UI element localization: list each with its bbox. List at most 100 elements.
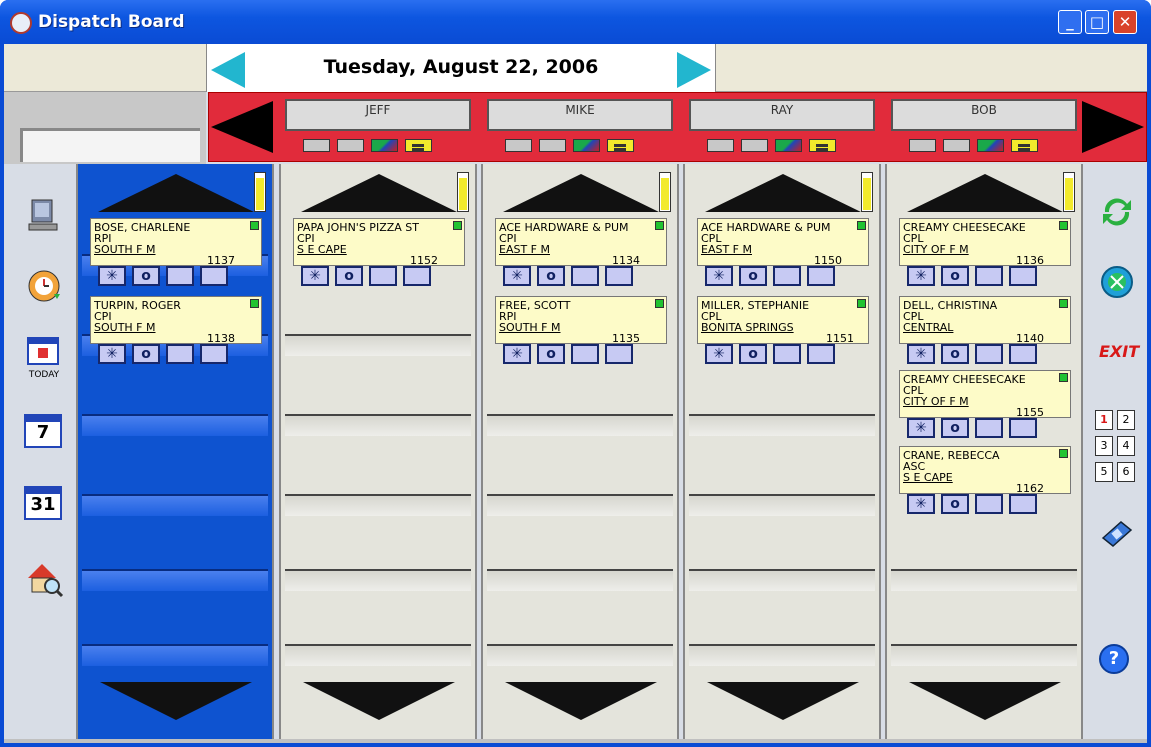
house-search-icon[interactable] xyxy=(24,558,64,598)
circle-button[interactable]: o xyxy=(941,344,969,364)
tool-icon[interactable] xyxy=(909,139,936,152)
page-5-button[interactable]: 5 xyxy=(1095,462,1113,482)
circle-button[interactable]: o xyxy=(739,266,767,286)
blank-action-button[interactable] xyxy=(807,266,835,286)
time-slot[interactable] xyxy=(82,414,268,436)
time-slot[interactable] xyxy=(689,644,875,666)
scroll-down-arrow-icon[interactable] xyxy=(505,682,657,720)
computer-icon[interactable] xyxy=(24,196,64,236)
time-slot[interactable] xyxy=(82,644,268,666)
page-3-button[interactable]: 3 xyxy=(1095,436,1113,456)
time-slot[interactable] xyxy=(82,494,268,516)
asterisk-button[interactable]: ✳ xyxy=(98,344,126,364)
circle-button[interactable]: o xyxy=(537,344,565,364)
time-slot[interactable] xyxy=(487,494,673,516)
time-slot[interactable] xyxy=(82,569,268,591)
close-button[interactable]: ✕ xyxy=(1113,10,1137,34)
refresh-icon[interactable] xyxy=(1099,194,1135,230)
circle-button[interactable]: o xyxy=(537,266,565,286)
page-6-button[interactable]: 6 xyxy=(1117,462,1135,482)
job-card[interactable]: ACE HARDWARE & PUM CPL EAST F M 1150 xyxy=(697,218,869,266)
circle-button[interactable]: o xyxy=(132,266,160,286)
map-icon[interactable] xyxy=(371,139,398,152)
job-card[interactable]: BOSE, CHARLENE RPI SOUTH F M 1137 xyxy=(90,218,262,266)
technician-jeff[interactable]: JEFF xyxy=(281,93,471,161)
job-card[interactable]: DELL, CHRISTINA CPL CENTRAL 1140 xyxy=(899,296,1071,344)
time-slot[interactable] xyxy=(285,334,471,356)
circle-button[interactable]: o xyxy=(941,418,969,438)
scroll-down-arrow-icon[interactable] xyxy=(707,682,859,720)
job-card[interactable]: PAPA JOHN'S PIZZA ST CPI S E CAPE 1152 xyxy=(293,218,465,266)
month-calendar-icon[interactable]: 31 xyxy=(24,486,64,526)
asterisk-button[interactable]: ✳ xyxy=(98,266,126,286)
job-card[interactable]: ACE HARDWARE & PUM CPI EAST F M 1134 xyxy=(495,218,667,266)
asterisk-button[interactable]: ✳ xyxy=(907,344,935,364)
page-1-button[interactable]: 1 xyxy=(1095,410,1113,430)
time-slot[interactable] xyxy=(285,569,471,591)
filter-bar[interactable] xyxy=(20,128,200,162)
time-slot[interactable] xyxy=(487,569,673,591)
job-card[interactable]: CREAMY CHEESECAKE CPL CITY OF F M 1136 xyxy=(899,218,1071,266)
time-slot[interactable] xyxy=(891,569,1077,591)
time-slot[interactable] xyxy=(285,414,471,436)
blank-action-button[interactable] xyxy=(773,344,801,364)
blank-action-button[interactable] xyxy=(975,266,1003,286)
next-day-arrow-icon[interactable] xyxy=(677,52,711,88)
blank-action-button[interactable] xyxy=(200,344,228,364)
asterisk-button[interactable]: ✳ xyxy=(907,418,935,438)
week-calendar-icon[interactable]: 7 xyxy=(24,414,64,454)
page-4-button[interactable]: 4 xyxy=(1117,436,1135,456)
tool-icon[interactable] xyxy=(741,139,768,152)
time-slot[interactable] xyxy=(285,494,471,516)
tool-icon[interactable] xyxy=(539,139,566,152)
blank-action-button[interactable] xyxy=(571,266,599,286)
asterisk-button[interactable]: ✳ xyxy=(705,266,733,286)
compass-icon[interactable] xyxy=(1099,264,1135,300)
scroll-down-arrow-icon[interactable] xyxy=(303,682,455,720)
asterisk-button[interactable]: ✳ xyxy=(907,266,935,286)
blank-action-button[interactable] xyxy=(166,344,194,364)
blank-action-button[interactable] xyxy=(1009,344,1037,364)
job-card[interactable]: CREAMY CHEESECAKE CPL CITY OF F M 1155 xyxy=(899,370,1071,418)
blank-action-button[interactable] xyxy=(605,266,633,286)
blank-action-button[interactable] xyxy=(605,344,633,364)
blank-action-button[interactable] xyxy=(1009,418,1037,438)
blank-action-button[interactable] xyxy=(1009,494,1037,514)
circle-button[interactable]: o xyxy=(335,266,363,286)
time-slot[interactable] xyxy=(689,569,875,591)
technician-ray[interactable]: RAY xyxy=(685,93,875,161)
technician-mike[interactable]: MIKE xyxy=(483,93,673,161)
tool-icon[interactable] xyxy=(943,139,970,152)
technician-name[interactable]: JEFF xyxy=(285,99,471,131)
note-icon[interactable] xyxy=(405,139,432,152)
phone-icon[interactable] xyxy=(1099,516,1135,552)
page-2-button[interactable]: 2 xyxy=(1117,410,1135,430)
job-card[interactable]: MILLER, STEPHANIE CPL BONITA SPRINGS 115… xyxy=(697,296,869,344)
time-slot[interactable] xyxy=(487,644,673,666)
map-icon[interactable] xyxy=(977,139,1004,152)
scroll-down-arrow-icon[interactable] xyxy=(100,682,252,720)
scroll-up-arrow-icon[interactable] xyxy=(503,174,659,212)
time-slot[interactable] xyxy=(891,644,1077,666)
time-slot[interactable] xyxy=(689,414,875,436)
map-icon[interactable] xyxy=(573,139,600,152)
blank-action-button[interactable] xyxy=(571,344,599,364)
note-icon[interactable] xyxy=(607,139,634,152)
tool-icon[interactable] xyxy=(303,139,330,152)
scroll-up-arrow-icon[interactable] xyxy=(301,174,457,212)
maximize-button[interactable]: □ xyxy=(1085,10,1109,34)
blank-action-button[interactable] xyxy=(403,266,431,286)
blank-action-button[interactable] xyxy=(200,266,228,286)
time-slot[interactable] xyxy=(285,644,471,666)
asterisk-button[interactable]: ✳ xyxy=(503,266,531,286)
technician-name[interactable]: MIKE xyxy=(487,99,673,131)
job-card[interactable]: FREE, SCOTT RPI SOUTH F M 1135 xyxy=(495,296,667,344)
blank-action-button[interactable] xyxy=(1009,266,1037,286)
today-calendar-icon[interactable]: TODAY xyxy=(24,336,64,388)
circle-button[interactable]: o xyxy=(739,344,767,364)
minimize-button[interactable]: _ xyxy=(1058,10,1082,34)
note-icon[interactable] xyxy=(809,139,836,152)
blank-action-button[interactable] xyxy=(975,418,1003,438)
blank-action-button[interactable] xyxy=(975,494,1003,514)
job-card[interactable]: CRANE, REBECCA ASC S E CAPE 1162 xyxy=(899,446,1071,494)
